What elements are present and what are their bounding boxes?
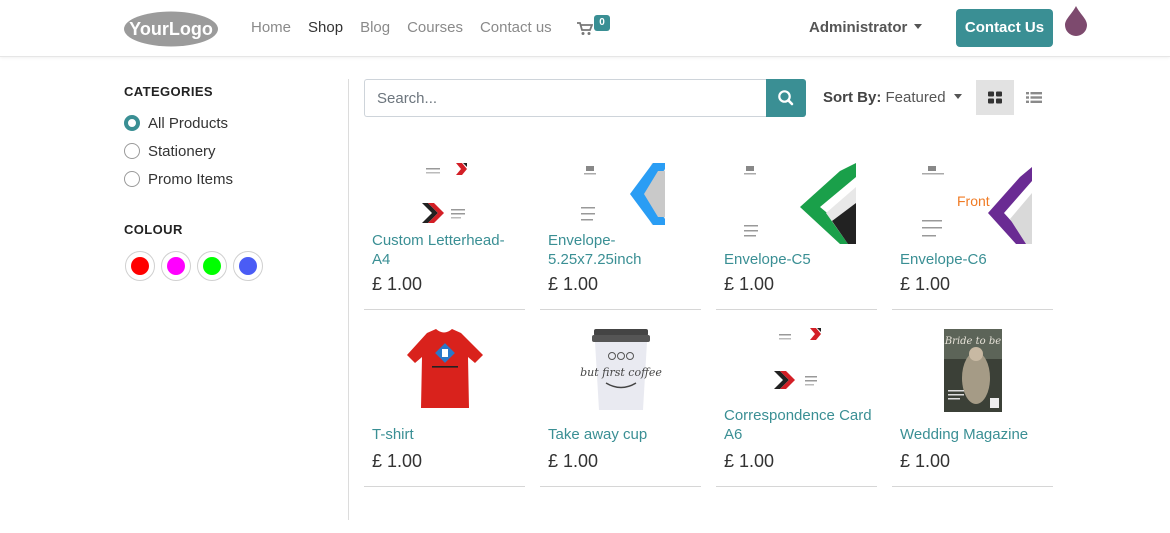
site-header: YourLogo Home Shop Blog Courses Contact … (0, 0, 1170, 57)
list-icon (1026, 92, 1042, 103)
colour-swatch-blue[interactable] (233, 251, 263, 281)
product-name[interactable]: Take away cup (548, 425, 696, 444)
product-name[interactable]: Custom Letterhead-A4 (372, 231, 520, 269)
product-name[interactable]: Correspondence Card A6 (724, 406, 872, 444)
swatch-fill (239, 257, 257, 275)
image-text: but first coffee (580, 366, 662, 379)
product-image[interactable]: Front (892, 163, 1053, 248)
product-name[interactable]: Envelope-C5 (724, 250, 872, 269)
product-price: £ 1.00 (900, 451, 951, 471)
cart-button[interactable]: 0 (577, 15, 613, 39)
product-card-takeaway-cup[interactable]: but first coffee Take away cup £ 1.00 (540, 329, 701, 487)
product-name[interactable]: Wedding Magazine (900, 425, 1048, 444)
product-card-custom-letterhead[interactable]: Custom Letterhead-A4 £ 1.00 (364, 155, 525, 310)
product-card-envelope-c5[interactable]: Envelope-C5 £ 1.00 (716, 155, 877, 310)
search-button[interactable] (766, 79, 806, 117)
logo[interactable]: YourLogo (123, 10, 219, 48)
swatch-fill (131, 257, 149, 275)
product-card-envelope-c6[interactable]: Front Envelope-C6 £ 1.00 (892, 155, 1053, 310)
product-image[interactable]: but first coffee (540, 328, 701, 413)
category-label: Stationery (148, 142, 216, 160)
product-image[interactable] (716, 328, 877, 413)
product-card-correspondence-card[interactable]: Correspondence Card A6 £ 1.00 (716, 328, 877, 487)
product-price: £ 1.00 (548, 274, 599, 294)
grid-icon (988, 91, 1002, 104)
user-menu[interactable]: Administrator (809, 19, 923, 36)
colour-title: COLOUR (124, 222, 183, 237)
product-image[interactable] (364, 328, 525, 413)
radio-unselected[interactable] (124, 171, 140, 187)
search-icon (778, 90, 794, 106)
product-card-envelope-5x7[interactable]: Envelope-5.25x7.25inch £ 1.00 (540, 155, 701, 310)
product-name[interactable]: Envelope-C6 (900, 250, 1048, 269)
product-name[interactable]: T-shirt (372, 425, 520, 444)
chevron-down-icon (953, 93, 962, 99)
swatch-fill (167, 257, 185, 275)
category-promo-items[interactable]: Promo Items (124, 169, 233, 189)
category-all-products[interactable]: All Products (124, 113, 228, 133)
nav-shop[interactable]: Shop (308, 19, 343, 36)
category-label: Promo Items (148, 170, 234, 188)
product-price: £ 1.00 (372, 451, 423, 471)
product-price: £ 1.00 (724, 451, 775, 471)
product-card-wedding-magazine[interactable]: Bride to be Wedding Magazine £ 1.00 (892, 329, 1053, 487)
product-image[interactable]: Bride to be (892, 328, 1053, 413)
sidebar-divider (348, 79, 349, 520)
sort-value: Featured (885, 89, 946, 106)
cart-count-badge: 0 (594, 15, 610, 31)
category-stationery[interactable]: Stationery (124, 141, 216, 161)
main-nav: Home Shop Blog Courses Contact us (251, 19, 569, 36)
nav-home[interactable]: Home (251, 19, 291, 36)
radio-selected[interactable] (124, 115, 140, 131)
colour-swatch-magenta[interactable] (161, 251, 191, 281)
nav-blog[interactable]: Blog (360, 19, 390, 36)
nav-contact-us[interactable]: Contact us (480, 19, 552, 36)
product-name[interactable]: Envelope-5.25x7.25inch (548, 231, 696, 269)
grid-view-button[interactable] (976, 80, 1014, 115)
radio-unselected[interactable] (124, 143, 140, 159)
category-label: All Products (148, 114, 229, 132)
drop-icon[interactable] (1064, 5, 1088, 36)
sort-label: Sort By: (823, 89, 882, 106)
product-price: £ 1.00 (724, 274, 775, 294)
user-name: Administrator (809, 19, 908, 36)
chevron-down-icon (914, 23, 923, 29)
product-price: £ 1.00 (900, 274, 951, 294)
cart-icon (577, 22, 593, 35)
nav-courses[interactable]: Courses (407, 19, 463, 36)
sort-dropdown[interactable]: Sort By: Featured (823, 89, 962, 106)
search-input[interactable] (364, 79, 767, 117)
product-card-tshirt[interactable]: T-shirt £ 1.00 (364, 329, 525, 487)
image-text: Bride to be (944, 336, 1001, 347)
contact-us-button[interactable]: Contact Us (956, 9, 1053, 47)
colour-swatch-red[interactable] (125, 251, 155, 281)
logo-text: YourLogo (129, 19, 213, 39)
product-price: £ 1.00 (372, 274, 423, 294)
categories-title: CATEGORIES (124, 84, 213, 99)
swatch-fill (203, 257, 221, 275)
image-text: Front (957, 193, 990, 209)
product-price: £ 1.00 (548, 451, 599, 471)
list-view-button[interactable] (1015, 80, 1053, 115)
product-image[interactable] (716, 163, 877, 248)
colour-swatch-green[interactable] (197, 251, 227, 281)
